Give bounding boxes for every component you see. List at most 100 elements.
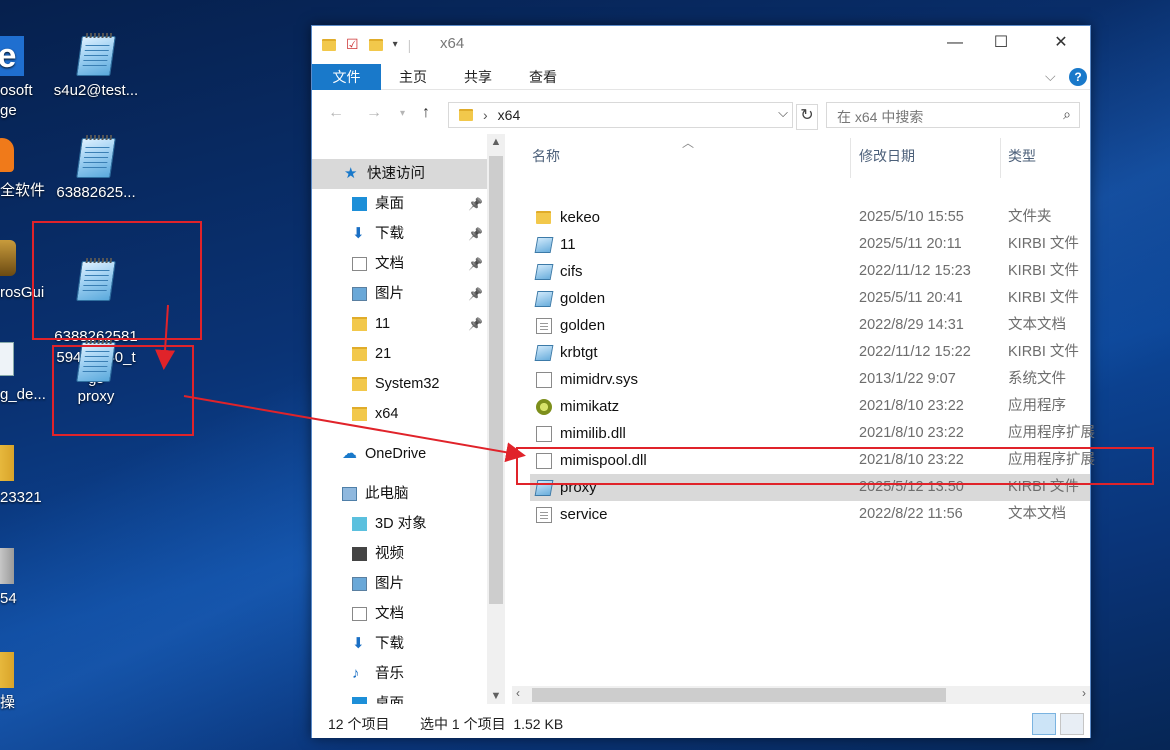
dll-icon [536,426,552,442]
file-date: 2022/8/22 11:56 [859,506,963,522]
nav-item[interactable]: 视频 [312,539,487,569]
folder-icon [352,407,367,421]
file-row[interactable]: service 2022/8/22 11:56 文本文档 [530,501,1090,528]
nav-item[interactable]: ⬇ 下载 [312,629,487,659]
kirbi-file-icon [534,345,554,361]
desktop-icon-s4u2[interactable]: s4u2@test... [46,36,146,101]
tab-home[interactable]: 主页 [381,64,445,90]
desktop-icon-label: osoft [0,82,33,99]
scroll-left-icon[interactable]: ‹ [516,686,520,700]
close-button[interactable]: ✕ [1038,26,1084,60]
desktop-icon-23321[interactable]: 23321 [0,445,50,506]
folder-icon [536,211,551,224]
scroll-up-icon[interactable]: ▲ [487,136,505,148]
expand-ribbon-icon[interactable]: ⌵ [1045,68,1056,85]
help-icon[interactable]: ? [1069,68,1087,86]
pin-icon: 📌 [468,287,483,301]
star-icon: ★ [344,165,358,182]
file-type: 文件夹 [1008,209,1052,225]
nav-item-label: 11 [375,316,391,332]
cube-icon [352,517,367,531]
file-row[interactable]: 11 2025/5/11 20:11 KIRBI 文件 [530,231,1090,258]
nav-item[interactable]: 此电脑 [312,479,487,509]
up-arrow-icon[interactable]: ↑ [422,104,430,122]
refresh-icon[interactable]: ↻ [796,104,818,130]
folder-icon [322,38,336,51]
nav-item[interactable]: System32 [312,369,487,399]
file-row[interactable]: cifs 2022/11/12 15:23 KIRBI 文件 [530,258,1090,285]
scroll-down-icon[interactable]: ▼ [487,690,505,702]
nav-item[interactable]: 文档 📌 [312,249,487,279]
nav-item[interactable]: ☁ OneDrive [312,439,487,469]
file-row[interactable]: golden 2022/8/29 14:31 文本文档 [530,312,1090,339]
nav-item[interactable]: 文档 [312,599,487,629]
nav-item[interactable]: 11 📌 [312,309,487,339]
desktop-icon-54[interactable]: 54 [0,548,50,607]
chevron-down-icon[interactable]: ▾ [393,39,398,50]
tab-file[interactable]: 文件 [312,64,381,90]
download-icon: ⬇ [352,635,365,652]
file-row[interactable]: mimikatz 2021/8/10 23:22 应用程序 [530,393,1090,420]
desktop-icon-63882625[interactable]: 63882625... [46,138,146,203]
file-row[interactable]: mimidrv.sys 2013/1/22 9:07 系统文件 [530,366,1090,393]
file-row[interactable]: kekeo 2025/5/10 15:55 文件夹 [530,204,1090,231]
zip-icon [0,548,14,584]
nav-item[interactable]: 图片 📌 [312,279,487,309]
file-row[interactable]: mimilib.dll 2021/8/10 23:22 应用程序扩展 [530,420,1095,447]
address-bar[interactable]: › x64 ⌵ [448,102,793,128]
properties-icon[interactable]: ☑ [346,36,359,53]
scrollbar-thumb[interactable] [489,156,503,604]
file-name: mimikatz [560,398,620,415]
column-header-name[interactable]: 名称 [532,146,560,186]
tab-view[interactable]: 查看 [511,64,575,90]
nav-item[interactable]: 3D 对象 [312,509,487,539]
file-row[interactable]: golden 2025/5/11 20:41 KIRBI 文件 [530,285,1090,312]
nav-item[interactable]: x64 [312,399,487,429]
tab-share[interactable]: 共享 [446,64,510,90]
kirbi-file-icon [534,291,554,307]
scrollbar-thumb[interactable] [532,688,946,702]
details-view-icon[interactable] [1032,713,1056,735]
nav-item[interactable]: 桌面 [312,689,487,704]
back-arrow-icon[interactable]: ← [328,104,344,122]
nav-item[interactable]: ★ 快速访问 [312,159,487,189]
nav-item-label: 3D 对象 [375,516,427,532]
forward-arrow-icon[interactable]: → [366,104,382,122]
nav-pane-scrollbar[interactable]: ▲ ▼ [487,134,505,704]
column-header-type[interactable]: 类型 [1008,146,1036,186]
desktop-icon-cao[interactable]: 操 [0,652,50,711]
scroll-right-icon[interactable]: › [1082,686,1086,700]
nav-item[interactable]: ♪ 音乐 [312,659,487,689]
breadcrumb-x64[interactable]: x64 [498,107,521,123]
file-name: mimilib.dll [560,425,626,442]
zip-icon [0,445,14,481]
address-dropdown-icon[interactable]: ⌵ [778,105,788,121]
horizontal-scrollbar[interactable]: ‹ › [512,686,1090,704]
nav-item[interactable]: 图片 [312,569,487,599]
exe-icon [536,399,552,415]
file-name: cifs [560,263,583,280]
desktop-icon-label: 54 [0,590,17,607]
file-date: 2022/8/29 14:31 [859,317,964,333]
desktop-icon-gde[interactable]: g_de... [0,342,50,403]
folder-icon [459,109,473,121]
title-bar: ☑ ▾ | x64 — ☐ ✕ [312,26,1090,64]
nav-item[interactable]: 桌面 📌 [312,189,487,219]
desktop-icon-security[interactable]: 全软件 [0,138,50,199]
new-folder-icon[interactable] [368,38,383,51]
nav-item[interactable]: ⬇ 下载 📌 [312,219,487,249]
large-icons-view-icon[interactable] [1060,713,1084,735]
column-header-date[interactable]: 修改日期 [859,146,915,186]
file-type: KIRBI 文件 [1008,236,1079,252]
desktop-icon-edge[interactable]: e osoft ge [0,36,50,119]
file-row[interactable]: krbtgt 2022/11/12 15:22 KIRBI 文件 [530,339,1090,366]
document-icon [0,342,14,376]
nav-item-label: System32 [375,376,440,392]
search-input[interactable]: 在 x64 中搜索 ⌕ [826,102,1080,128]
maximize-button[interactable]: ☐ [978,26,1024,60]
navigation-bar: ← → ▾ ↑ › x64 ⌵ ↻ 在 x64 中搜索 ⌕ [312,98,1090,134]
desktop-icon [352,197,367,211]
recent-locations-icon[interactable]: ▾ [400,108,405,119]
nav-item[interactable]: 21 [312,339,487,369]
minimize-button[interactable]: — [932,26,978,60]
